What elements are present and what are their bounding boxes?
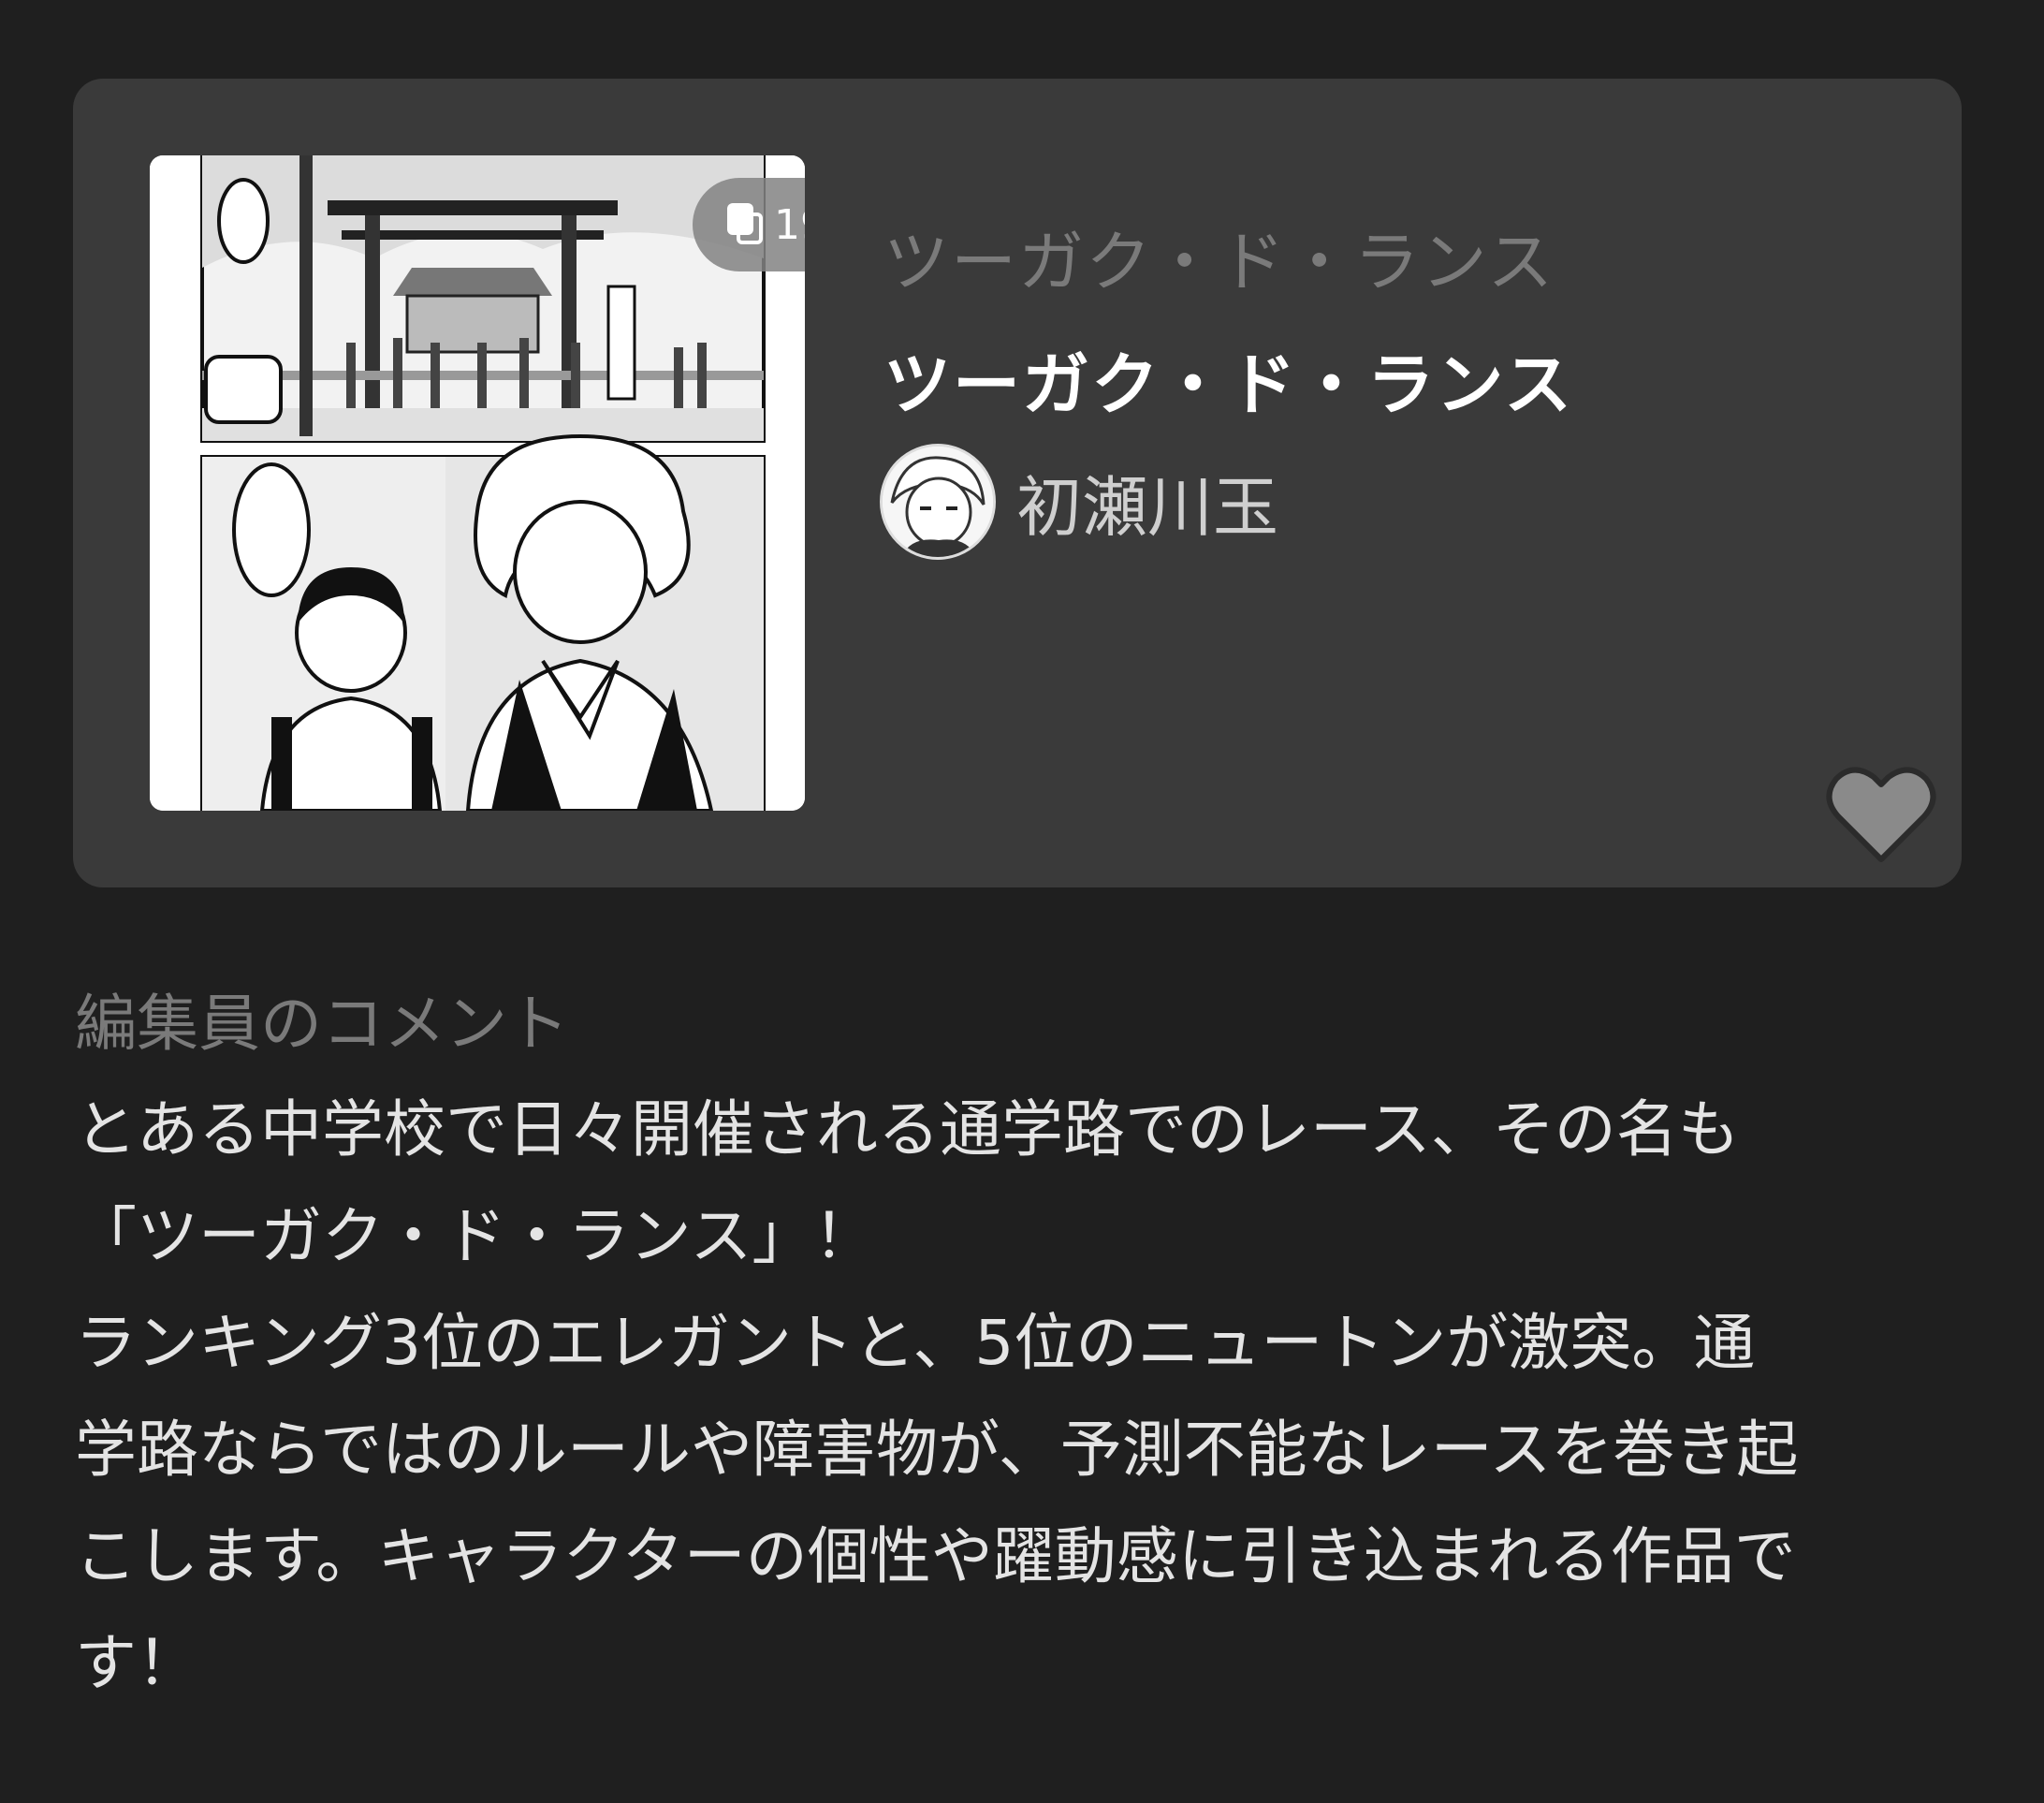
work-title[interactable]: ツーガク・ド・ランス	[883, 330, 1573, 428]
avatar-illustration	[883, 447, 993, 557]
page-count: 19	[774, 200, 805, 249]
editor-comment-body: とある中学校で日々開催される通学路でのレース、その名も 「ツーガク・ド・ランス」…	[75, 1093, 1799, 1699]
author[interactable]: 初瀬川玉	[880, 444, 1278, 560]
favorite-button[interactable]	[1825, 762, 1937, 867]
series-title: ツーガク・ド・ランス	[883, 224, 1555, 300]
work-card[interactable]: 19 ツーガク・ド・ランス ツーガク・ド・ランス 初瀬川玉	[73, 79, 1962, 887]
pages-icon	[727, 203, 765, 246]
page-count-badge: 19	[693, 178, 805, 271]
author-name[interactable]: 初瀬川玉	[1016, 455, 1278, 550]
manga-thumbnail[interactable]: 19	[150, 155, 805, 811]
author-avatar[interactable]	[880, 444, 996, 560]
heart-icon	[1826, 767, 1936, 862]
editor-comment-label: 編集員のコメント	[75, 988, 569, 1060]
